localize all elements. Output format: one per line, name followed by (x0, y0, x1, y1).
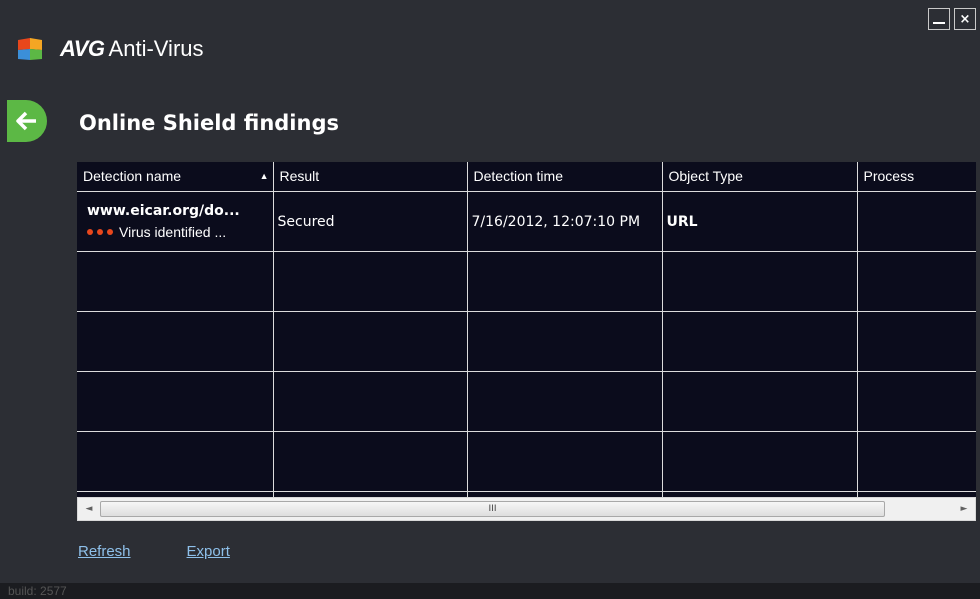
cell-process (857, 191, 976, 252)
arrow-left-icon (16, 111, 36, 131)
findings-table: Detection name ▲ Result Detection time O… (77, 162, 976, 519)
scroll-thumb[interactable]: III (100, 501, 885, 517)
table-row[interactable]: www.eicar.org/do... Virus identified ...… (77, 191, 976, 252)
app-name: AVG Anti-Virus (60, 36, 204, 61)
avg-logo-icon (16, 36, 56, 62)
threat-description: Virus identified ... (119, 223, 227, 240)
page-title: Online Shield findings (79, 111, 339, 135)
horizontal-scrollbar[interactable]: ◄ III ► (77, 497, 976, 521)
app-brand: AVG Anti-Virus (16, 36, 204, 62)
minimize-button[interactable] (928, 8, 950, 30)
scroll-right-icon[interactable]: ► (953, 498, 975, 520)
close-button[interactable]: × (954, 8, 976, 30)
cell-object-type: URL (662, 191, 858, 252)
close-icon: × (959, 11, 971, 27)
column-header-detection-time[interactable]: Detection time (467, 162, 663, 192)
table-header: Detection name ▲ Result Detection time O… (77, 162, 976, 192)
cell-detection-time: 7/16/2012, 12:07:10 PM (467, 191, 663, 252)
build-label: build: 2577 (8, 584, 67, 598)
scroll-left-icon[interactable]: ◄ (78, 498, 100, 520)
table-row (77, 431, 976, 492)
detection-url: www.eicar.org/do... (87, 202, 240, 219)
cell-result: Secured (273, 191, 468, 252)
sort-ascending-icon: ▲ (259, 171, 269, 181)
action-links: Refresh Export (78, 543, 230, 560)
column-header-detection-name[interactable]: Detection name ▲ (77, 162, 274, 192)
scroll-track[interactable]: III (100, 500, 953, 518)
table-row (77, 251, 976, 312)
refresh-link[interactable]: Refresh (78, 543, 131, 560)
table-row (77, 371, 976, 432)
minimize-icon (933, 22, 945, 24)
column-header-result[interactable]: Result (273, 162, 468, 192)
table-row (77, 311, 976, 372)
cell-detection-name: www.eicar.org/do... Virus identified ... (77, 191, 274, 252)
threat-level-icon (87, 228, 113, 235)
back-button[interactable] (7, 100, 47, 142)
window-controls: × (928, 8, 976, 30)
column-header-process[interactable]: Process (857, 162, 976, 192)
grip-icon: III (488, 504, 497, 514)
column-header-object-type[interactable]: Object Type (662, 162, 858, 192)
export-link[interactable]: Export (187, 543, 230, 560)
build-footer: build: 2577 (0, 583, 980, 599)
